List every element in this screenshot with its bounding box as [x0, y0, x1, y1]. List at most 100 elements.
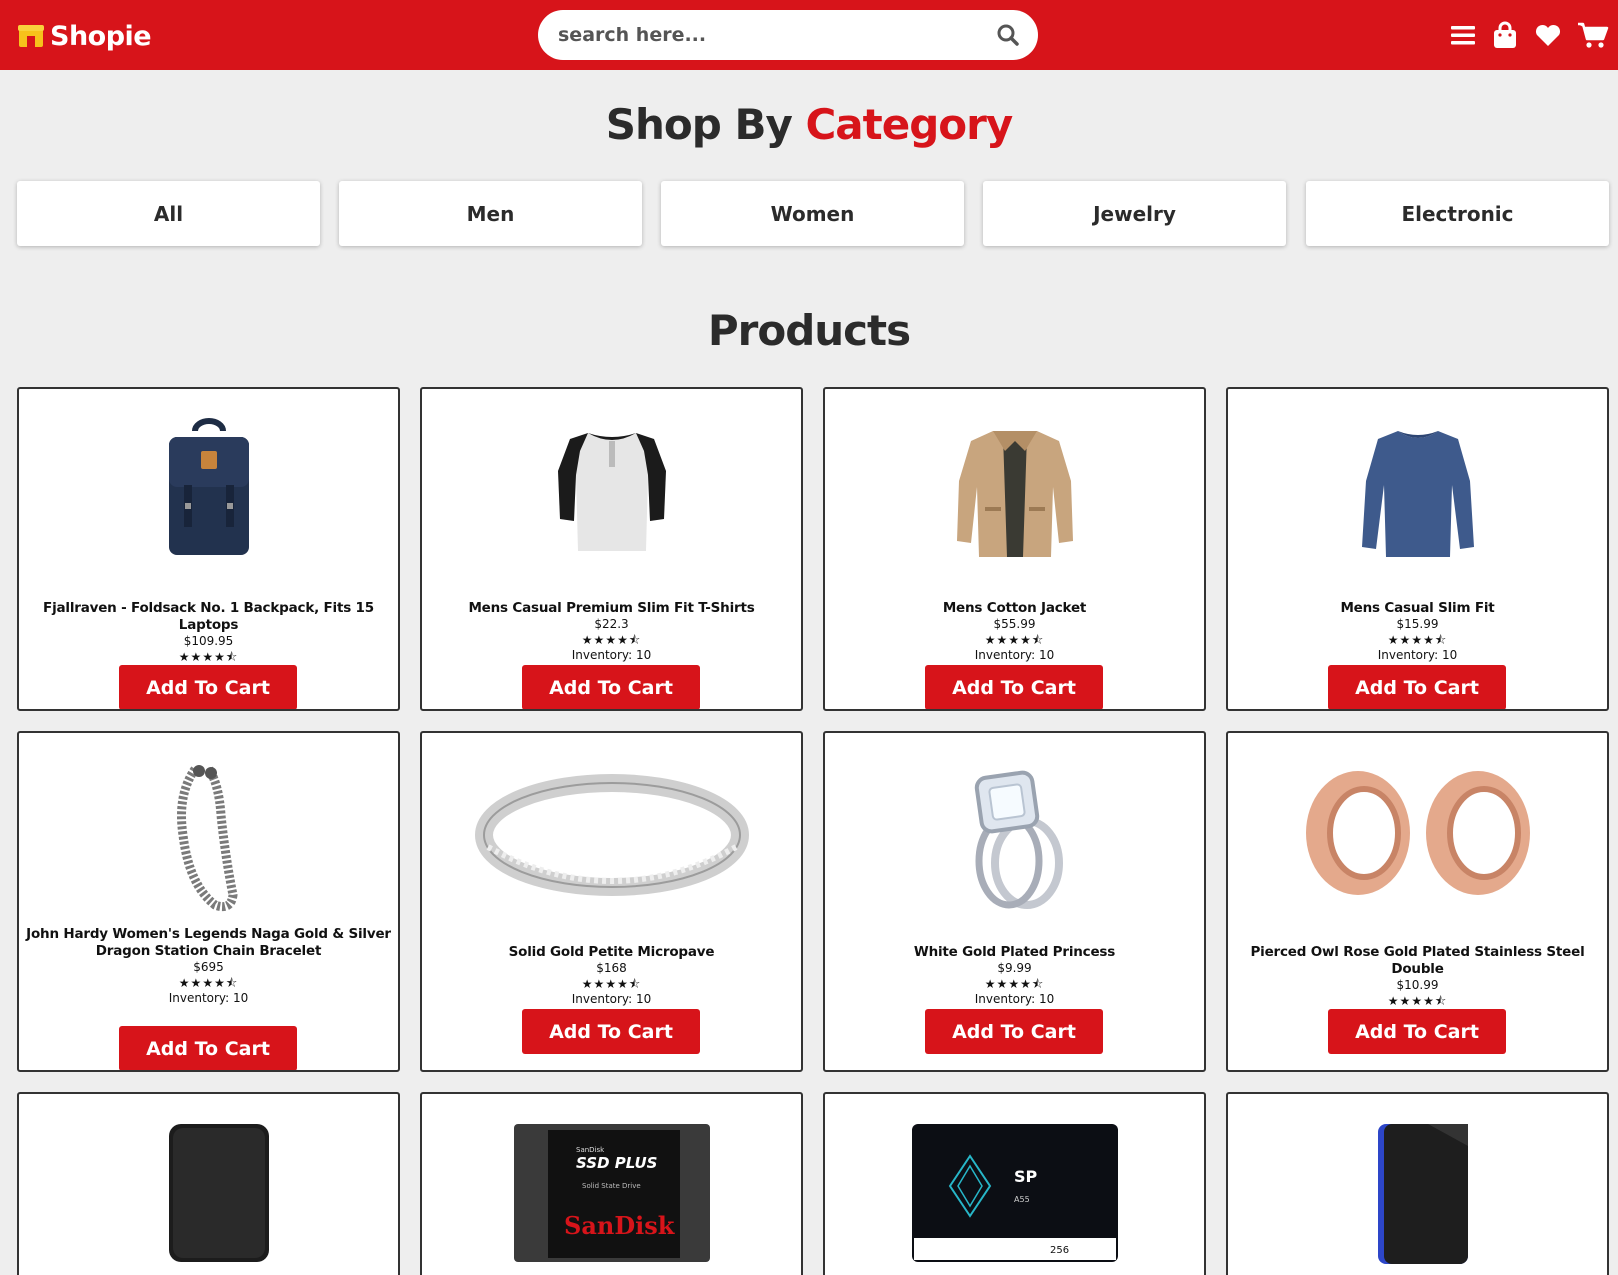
- sp-model-label: A55: [1014, 1195, 1030, 1204]
- rating-stars: ★★★★⯪: [984, 633, 1045, 647]
- search-icon[interactable]: [996, 23, 1020, 47]
- product-inventory: Inventory: 10: [168, 991, 249, 1005]
- backpack-image: [168, 418, 249, 555]
- long-sleeve-shirt-image: [1361, 431, 1474, 557]
- product-price: $22.3: [594, 617, 629, 631]
- add-to-cart-button[interactable]: Add To Cart: [522, 665, 700, 709]
- menu-icon[interactable]: [1448, 20, 1478, 50]
- product-name[interactable]: Mens Casual Slim Fit: [1228, 600, 1607, 617]
- product-card: Solid Gold Petite Micropave $168 ★★★★⯪ I…: [420, 731, 803, 1072]
- product-price: $55.99: [993, 617, 1036, 631]
- category-men-button[interactable]: Men: [339, 181, 642, 246]
- product-card: [17, 1092, 400, 1275]
- sp-brand-label: SP: [1014, 1167, 1038, 1186]
- product-name[interactable]: Mens Casual Premium Slim Fit T-Shirts: [422, 600, 801, 617]
- product-card: SanDisk SSD PLUS Solid State Drive SanDi…: [420, 1092, 803, 1275]
- top-navbar: Shopie: [0, 0, 1618, 70]
- rating-stars: ★★★★⯪: [581, 977, 642, 991]
- rating-stars: ★★★★⯪: [581, 633, 642, 647]
- product-name[interactable]: Fjallraven - Foldsack No. 1 Backpack, Fi…: [19, 600, 398, 634]
- product-card: SP A55 256: [823, 1092, 1206, 1275]
- rating-stars: ★★★★⯪: [178, 976, 239, 990]
- bracelet-image: [176, 765, 238, 912]
- product-image: SP A55 256: [825, 1116, 1204, 1275]
- shop-logo-icon: [18, 25, 44, 47]
- rating-stars: ★★★★⯪: [1387, 633, 1448, 647]
- heart-icon[interactable]: [1533, 20, 1563, 50]
- product-name[interactable]: White Gold Plated Princess: [825, 944, 1204, 961]
- product-image: [1228, 755, 1607, 915]
- ear-plugs-image: [1305, 771, 1530, 895]
- search-bar: [538, 10, 1038, 60]
- sandisk-logo-text: SanDisk: [564, 1211, 676, 1240]
- product-image: [825, 755, 1204, 915]
- wd-gaming-drive-image: [1377, 1124, 1468, 1264]
- product-inventory: Inventory: 10: [974, 648, 1055, 662]
- product-image: [1228, 1116, 1607, 1275]
- add-to-cart-button[interactable]: Add To Cart: [119, 1026, 297, 1070]
- product-image: [19, 1116, 398, 1275]
- product-name[interactable]: John Hardy Women's Legends Naga Gold & S…: [19, 926, 398, 960]
- add-to-cart-button[interactable]: Add To Cart: [119, 665, 297, 709]
- henley-shirt-image: [557, 433, 666, 551]
- category-heading-main: Shop By: [605, 100, 793, 149]
- product-card: Fjallraven - Foldsack No. 1 Backpack, Fi…: [17, 387, 400, 711]
- add-to-cart-button[interactable]: Add To Cart: [925, 1009, 1103, 1054]
- product-card: Mens Casual Slim Fit $15.99 ★★★★⯪ Invent…: [1226, 387, 1609, 711]
- product-price: $109.95: [183, 634, 234, 648]
- product-card: Pierced Owl Rose Gold Plated Stainless S…: [1226, 731, 1609, 1072]
- product-image: [19, 411, 398, 571]
- logo-text: Shopie: [50, 20, 152, 52]
- product-price: $168: [596, 961, 627, 975]
- cart-icon[interactable]: [1577, 20, 1609, 50]
- product-price: $15.99: [1396, 617, 1439, 631]
- ssd-subtitle-label: Solid State Drive: [582, 1182, 641, 1190]
- jacket-image: [956, 431, 1073, 557]
- product-image: [825, 411, 1204, 571]
- product-image: [1228, 411, 1607, 571]
- product-image: [422, 755, 801, 915]
- ssd-model-label: SSD PLUS: [576, 1154, 657, 1172]
- product-name[interactable]: Pierced Owl Rose Gold Plated Stainless S…: [1228, 944, 1607, 978]
- category-all-button[interactable]: All: [17, 181, 320, 246]
- product-card: John Hardy Women's Legends Naga Gold & S…: [17, 731, 400, 1072]
- external-hard-drive-image: [168, 1124, 269, 1262]
- product-inventory: Inventory: 10: [1377, 648, 1458, 662]
- category-women-button[interactable]: Women: [661, 181, 964, 246]
- rating-stars: ★★★★⯪: [1387, 994, 1448, 1008]
- search-input[interactable]: [558, 18, 978, 52]
- product-image: SanDisk SSD PLUS Solid State Drive SanDi…: [422, 1116, 801, 1275]
- rating-stars: ★★★★⯪: [178, 650, 239, 664]
- product-inventory: Inventory: 10: [571, 648, 652, 662]
- add-to-cart-button[interactable]: Add To Cart: [925, 665, 1103, 709]
- product-card: [1226, 1092, 1609, 1275]
- sp-ssd-image: SP A55 256: [911, 1124, 1118, 1262]
- product-card: Mens Casual Premium Slim Fit T-Shirts $2…: [420, 387, 803, 711]
- product-name[interactable]: Solid Gold Petite Micropave: [422, 944, 801, 961]
- category-electronic-button[interactable]: Electronic: [1306, 181, 1609, 246]
- add-to-cart-button[interactable]: Add To Cart: [522, 1009, 700, 1054]
- product-price: $9.99: [997, 961, 1032, 975]
- add-to-cart-button[interactable]: Add To Cart: [1328, 1009, 1506, 1054]
- shopping-bag-icon[interactable]: [1490, 20, 1520, 50]
- diamond-ring-image: [974, 770, 1063, 909]
- product-name[interactable]: Mens Cotton Jacket: [825, 600, 1204, 617]
- category-jewelry-button[interactable]: Jewelry: [983, 181, 1286, 246]
- add-to-cart-button[interactable]: Add To Cart: [1328, 665, 1506, 709]
- product-price: $695: [193, 960, 224, 974]
- product-inventory: Inventory: 10: [974, 992, 1055, 1006]
- logo[interactable]: Shopie: [18, 18, 152, 54]
- product-price: $10.99: [1396, 978, 1439, 992]
- products-heading: Products: [707, 306, 911, 355]
- product-inventory: Inventory: 10: [571, 992, 652, 1006]
- category-heading-accent: Category: [805, 100, 1013, 149]
- rating-stars: ★★★★⯪: [984, 977, 1045, 991]
- ssd-brand-small: SanDisk: [576, 1146, 605, 1154]
- sp-capacity-label: 256: [1050, 1245, 1069, 1256]
- ring-band-image: [474, 774, 749, 896]
- sandisk-ssd-image: SanDisk SSD PLUS Solid State Drive SanDi…: [513, 1124, 710, 1262]
- product-image: [422, 411, 801, 571]
- product-image: [19, 755, 398, 915]
- product-card: Mens Cotton Jacket $55.99 ★★★★⯪ Inventor…: [823, 387, 1206, 711]
- category-heading: Shop By Category: [0, 100, 1618, 149]
